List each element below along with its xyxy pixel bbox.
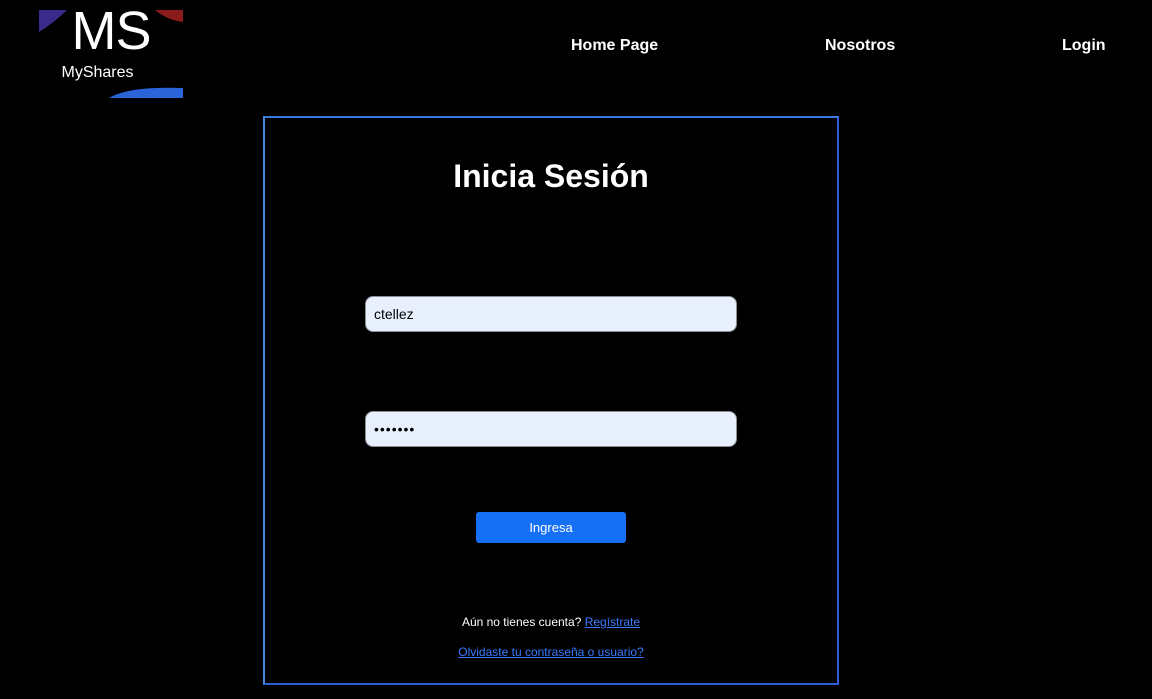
login-card: Inicia Sesión Ingresa Aún no tienes cuen… [263,116,839,685]
brand-logo[interactable]: MS MyShares [39,10,183,98]
submit-button[interactable]: Ingresa [476,512,626,543]
login-title: Inicia Sesión [453,158,649,194]
register-prompt-line: Aún no tienes cuenta? Regístrate [265,615,837,629]
logo-name: MyShares [61,64,134,81]
register-link[interactable]: Regístrate [585,615,640,629]
password-input[interactable] [365,411,737,447]
forgot-line: Olvidaste tu contraseña o usuario? [265,645,837,659]
logo-mark: MS [71,10,152,61]
register-prompt: Aún no tienes cuenta? [461,615,585,629]
nav-home-page[interactable]: Home Page [571,37,658,55]
logo-blue-swoosh [109,87,183,98]
nav-nosotros[interactable]: Nosotros [825,37,895,55]
page: MS MyShares Home Page Nosotros Login Ini… [0,0,1152,699]
forgot-credentials-link[interactable]: Olvidaste tu contraseña o usuario? [458,645,643,659]
username-input[interactable] [365,296,737,332]
nav-login[interactable]: Login [1062,37,1106,55]
